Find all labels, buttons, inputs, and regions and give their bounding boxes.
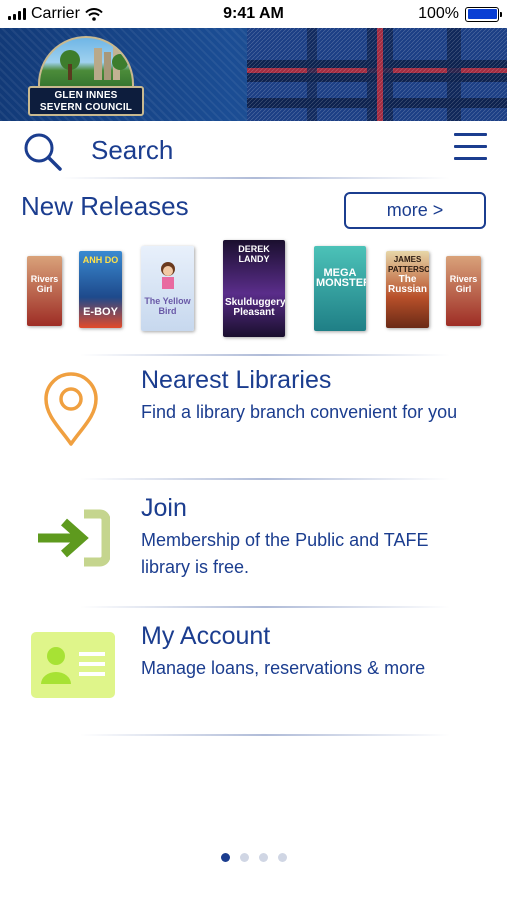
book-title: Rivers Girl	[30, 274, 59, 294]
divider	[80, 606, 450, 608]
sign-in-icon	[38, 509, 110, 567]
page-dot[interactable]	[239, 853, 249, 862]
book-cover[interactable]: The Yellow Bird	[141, 246, 194, 331]
page-indicator[interactable]	[0, 853, 507, 862]
book-author: ANH DO	[82, 255, 119, 265]
book-cover[interactable]: MEGA MONSTER	[314, 246, 366, 331]
nearest-libraries-item[interactable]: Nearest Libraries Find a library branch …	[0, 362, 507, 478]
divider	[60, 177, 450, 179]
divider	[80, 354, 450, 356]
page-dot[interactable]	[277, 853, 287, 862]
more-button[interactable]: more >	[344, 192, 486, 229]
book-author: JAMES PATTERSON	[388, 255, 429, 274]
logo-text-line2: SEVERN COUNCIL	[39, 102, 133, 113]
book-cover[interactable]: ANH DO E-BOY	[79, 251, 122, 328]
book-cover[interactable]: JAMES PATTERSON The Russian	[386, 251, 429, 328]
book-title: The Russian	[388, 274, 427, 295]
divider	[80, 734, 450, 736]
my-account-desc: Manage loans, reservations & more	[141, 658, 426, 678]
book-carousel[interactable]: Rivers Girl ANH DO E-BOY The Yellow Bird…	[0, 238, 507, 342]
book-title: Skulduggery Pleasant	[225, 297, 285, 318]
council-logo: GLEN INNES SEVERN COUNCIL	[28, 36, 144, 116]
tartan-pattern	[247, 28, 507, 121]
nearest-libraries-desc: Find a library branch convenient for you	[141, 402, 458, 422]
book-cover[interactable]: Rivers Girl	[27, 256, 62, 326]
header-banner: GLEN INNES SEVERN COUNCIL	[0, 28, 507, 121]
hamburger-menu-icon[interactable]	[454, 133, 487, 161]
book-cover[interactable]: DEREK LANDY Skulduggery Pleasant	[223, 240, 285, 337]
book-title: Rivers Girl	[449, 274, 478, 294]
divider	[80, 478, 450, 480]
location-pin-icon	[44, 372, 98, 446]
join-desc: Membership of the Public and TAFE librar…	[141, 530, 429, 577]
book-title: MEGA MONSTER	[316, 267, 366, 289]
battery-icon	[465, 6, 502, 22]
status-right: 100%	[418, 5, 502, 23]
status-bar: Carrier 9:41 AM 100%	[0, 0, 507, 28]
join-item[interactable]: Join Membership of the Public and TAFE l…	[0, 490, 507, 606]
search-bar[interactable]: Search	[0, 121, 507, 179]
new-releases-title: New Releases	[21, 191, 189, 221]
my-account-item[interactable]: My Account Manage loans, reservations & …	[0, 618, 507, 734]
join-title: Join	[141, 494, 187, 522]
book-author: DEREK LANDY	[238, 244, 270, 264]
logo-text-line1: GLEN INNES	[54, 90, 118, 101]
book-title: E-BOY	[83, 306, 118, 318]
book-cover[interactable]: Rivers Girl	[446, 256, 481, 326]
logo-banner: GLEN INNES SEVERN COUNCIL	[28, 86, 144, 116]
battery-percent: 100%	[418, 5, 459, 22]
page-dot[interactable]	[258, 853, 268, 862]
nearest-libraries-title: Nearest Libraries	[141, 366, 332, 394]
my-account-title: My Account	[141, 622, 271, 650]
search-label[interactable]: Search	[91, 135, 173, 166]
id-card-icon	[31, 632, 115, 698]
search-icon[interactable]	[22, 131, 64, 173]
book-title: The Yellow Bird	[144, 296, 191, 316]
page-dot[interactable]	[220, 853, 230, 862]
